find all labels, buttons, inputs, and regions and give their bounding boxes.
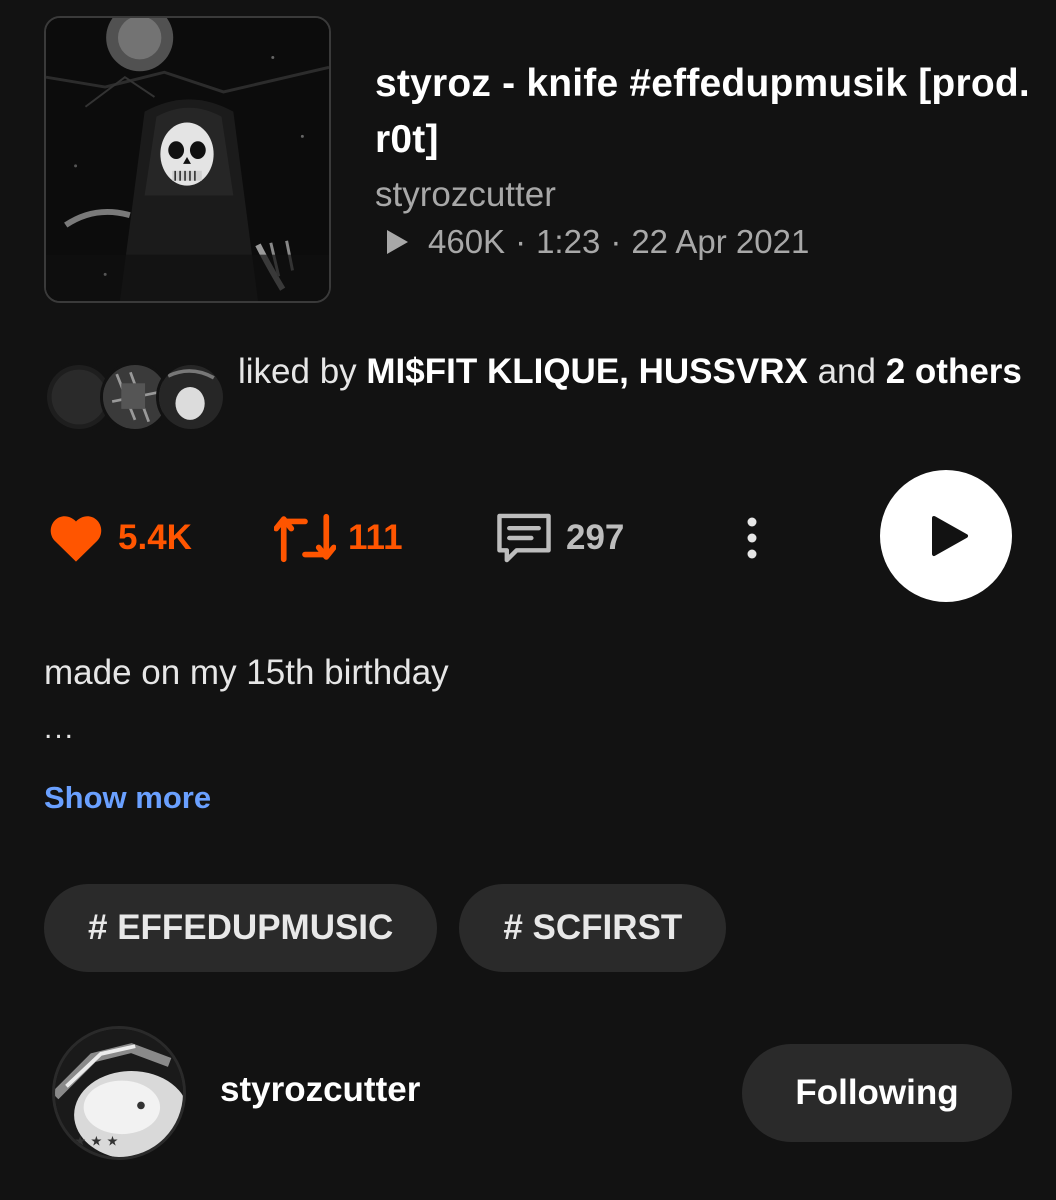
track-duration: 1:23 [536,223,601,260]
play-count: 460K [428,223,506,260]
track-meta: 460K · 1:23 · 22 Apr 2021 [375,222,1035,262]
track-artwork[interactable] [44,16,331,303]
tag-pill[interactable]: # EFFEDUPMUSIC [44,884,438,972]
track-page: styroz - knife #effedupmusik [prod. r0t]… [0,0,1056,1200]
tag-pill[interactable]: # SCFIRST [459,884,727,972]
liked-by-conjunction: and [817,352,876,391]
avatar [156,362,226,432]
repost-count: 111 [348,518,403,557]
play-button[interactable] [880,470,1012,602]
meta-separator: · [610,223,622,260]
like-button[interactable]: 5.4K [46,510,192,566]
uploader-name[interactable]: styrozcutter [220,1070,420,1110]
following-button[interactable]: Following [742,1044,1012,1142]
uploader-row: ★ ★ ★ styrozcutter Following [52,1026,1012,1160]
upload-date: 22 Apr 2021 [631,223,810,260]
repost-button[interactable]: 111 [274,510,403,566]
meta-separator: · [515,223,527,260]
description-ellipsis: ... [44,712,76,745]
track-description: made on my 15th birthday [44,653,449,692]
heart-icon [50,516,102,562]
action-bar: 5.4K 111 297 [44,470,1012,602]
track-artist[interactable]: styrozcutter [375,174,1035,216]
liked-by-names[interactable]: MI$FIT KLIQUE, HUSSVRX [366,352,807,391]
show-more-link[interactable]: Show more [44,780,211,816]
play-icon [932,516,968,556]
repost-icon [274,513,336,563]
track-info: styroz - knife #effedupmusik [prod. r0t]… [375,56,1035,262]
tag-list: # EFFEDUPMUSIC # SCFIRST [44,884,748,972]
like-count: 5.4K [118,518,192,557]
liked-by-others[interactable]: 2 others [886,352,1022,391]
more-options-button[interactable] [740,510,764,566]
uploader-avatar[interactable]: ★ ★ ★ [52,1026,186,1160]
svg-text:★ ★ ★: ★ ★ ★ [74,1135,118,1150]
comment-count: 297 [566,518,625,557]
skull-reaper-artwork [46,18,329,301]
liked-by-prefix: liked by [238,352,357,391]
comment-button[interactable]: 297 [494,510,624,566]
track-title[interactable]: styroz - knife #effedupmusik [prod. r0t] [375,56,1035,168]
liker-avatars[interactable] [44,362,226,432]
liked-by-text: liked by MI$FIT KLIQUE, HUSSVRX and 2 ot… [238,344,1028,400]
more-vertical-icon [747,517,757,559]
play-count-icon [387,230,408,254]
comment-icon [497,513,551,563]
